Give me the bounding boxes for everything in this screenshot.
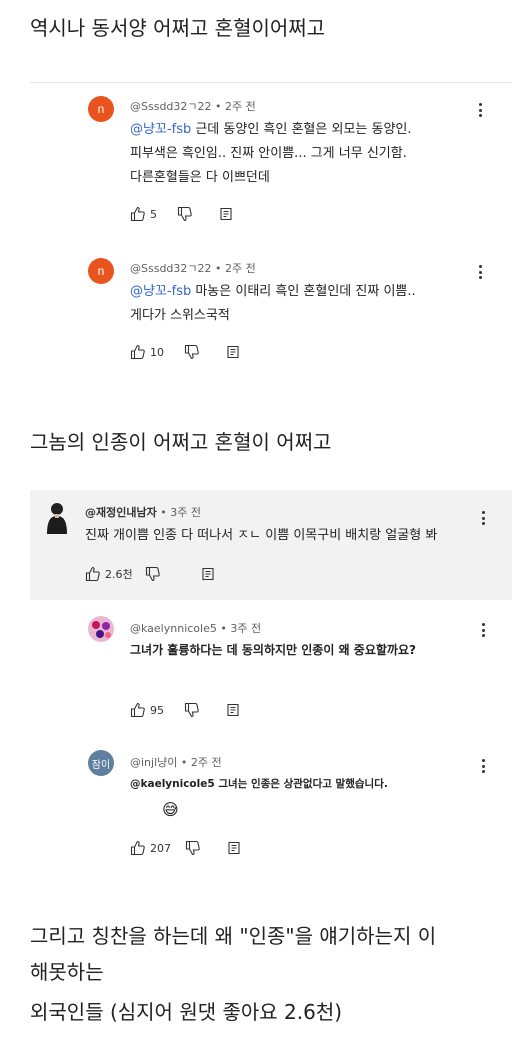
comment-actions: 207: [130, 838, 241, 858]
comment-text: 근데 동양인 흑인 혼혈은 외모는 동양인.: [191, 122, 412, 137]
comment-line: 다른혼혈들은 다 이쁘던데: [130, 170, 270, 185]
reply-icon[interactable]: [226, 703, 240, 717]
comment-line: @냥꼬-fsb 근데 동양인 흑인 혼혈은 외모는 동양인.: [130, 118, 412, 142]
comment-meta: @kaelynnicole5 • 3주 전: [130, 622, 262, 635]
divider: [30, 82, 512, 83]
comment-line: 그녀가 훌륭하다는 데 동의하지만 인종이 왜 중요할까요?: [130, 643, 416, 657]
like-count: 2.6천: [105, 568, 133, 581]
mention-link[interactable]: @냥꼬-fsb: [130, 284, 191, 299]
more-vert-icon[interactable]: [476, 510, 490, 526]
mention-link[interactable]: @냥꼬-fsb: [130, 122, 191, 137]
comment-highlighted: @재정인내남자 • 3주 전 진짜 개이쁨 인종 다 떠나서 ㅈㄴ 이쁨 이목구…: [30, 490, 512, 600]
comment-meta: @Sssdd32ㄱ22 • 2주 전: [130, 100, 256, 113]
author-name[interactable]: @재정인내남자: [85, 506, 157, 519]
avatar[interactable]: [44, 500, 70, 534]
avatar[interactable]: n: [88, 258, 114, 284]
thumbs-down-icon[interactable]: [177, 206, 193, 222]
comment-actions: 95: [130, 700, 240, 720]
comment-actions: 5: [130, 204, 233, 224]
comment-meta: @injl냥이 • 2주 전: [130, 756, 222, 769]
caption-bottom-line-1: 그리고 칭찬을 하는데 왜 "인종"을 얘기하는지 이: [30, 924, 437, 948]
comment-meta: @Sssdd32ㄱ22 • 2주 전: [130, 262, 256, 275]
comment-line: 진짜 개이쁨 인종 다 떠나서 ㅈㄴ 이쁨 이목구비 배치랑 얼굴형 봐: [85, 528, 438, 543]
more-vert-icon[interactable]: [476, 622, 490, 638]
thumbs-down-icon[interactable]: [145, 566, 161, 582]
caption-bottom-line-3: 외국인들 (심지어 원댓 좋아요 2.6천): [30, 1000, 343, 1024]
comment-meta: @재정인내남자 • 3주 전: [85, 504, 201, 520]
thumbs-up-icon[interactable]: [130, 702, 146, 718]
comment-line: @냥꼬-fsb 마농은 이태리 흑인 혼혈인데 진짜 이쁨..: [130, 280, 416, 304]
thumbs-up-icon[interactable]: [130, 840, 146, 856]
timestamp: • 3주 전: [156, 506, 201, 519]
thumbs-down-icon[interactable]: [185, 840, 201, 856]
comment: n @Sssdd32ㄱ22 • 2주 전 @냥꼬-fsb 마농은 이태리 흑인 …: [30, 254, 512, 364]
caption-bottom-line-2: 해못하는: [30, 960, 104, 984]
comment-line: 게다가 스위스국적: [130, 308, 230, 323]
sweat-smile-emoji: 😅: [162, 800, 179, 819]
thumbs-down-icon[interactable]: [184, 344, 200, 360]
thumbs-up-icon[interactable]: [85, 566, 101, 582]
thumbs-down-icon[interactable]: [184, 702, 200, 718]
thumbs-up-icon[interactable]: [130, 206, 146, 222]
like-count: 207: [150, 841, 171, 855]
more-vert-icon[interactable]: [473, 102, 487, 118]
avatar[interactable]: 잠이: [88, 750, 114, 776]
reply-icon[interactable]: [226, 345, 240, 359]
more-vert-icon[interactable]: [476, 758, 490, 774]
more-vert-icon[interactable]: [473, 264, 487, 280]
avatar[interactable]: n: [88, 96, 114, 122]
reply-icon[interactable]: [201, 567, 215, 581]
comment-actions: 2.6천: [85, 564, 215, 584]
reply-icon[interactable]: [227, 841, 241, 855]
like-count: 10: [150, 345, 164, 359]
comment-screenshot-2: @재정인내남자 • 3주 전 진짜 개이쁨 인종 다 떠나서 ㅈㄴ 이쁨 이목구…: [30, 490, 512, 885]
reply-comment: 잠이 @injl냥이 • 2주 전 @kaelynicole5 그녀는 인종은 …: [30, 744, 512, 874]
reply-icon[interactable]: [219, 207, 233, 221]
avatar[interactable]: [88, 616, 114, 642]
comment-line: @kaelynicole5 그녀는 인종은 상관없다고 말했습니다.: [130, 778, 388, 790]
comment-actions: 10: [130, 342, 240, 362]
comment-line: 피부색은 흑인임.. 진짜 안이쁨... 그게 너무 신기함.: [130, 146, 407, 161]
reply-comment: @kaelynnicole5 • 3주 전 그녀가 훌륭하다는 데 동의하지만 …: [30, 608, 512, 726]
caption-top: 역시나 동서양 어쩌고 혼혈이어쩌고: [30, 16, 326, 40]
comment-screenshot-1: n @Sssdd32ㄱ22 • 2주 전 @냥꼬-fsb 근데 동양인 흑인 혼…: [30, 82, 512, 382]
like-count: 5: [150, 207, 157, 221]
comment: n @Sssdd32ㄱ22 • 2주 전 @냥꼬-fsb 근데 동양인 흑인 혼…: [30, 92, 512, 232]
comment-text: 마농은 이태리 흑인 혼혈인데 진짜 이쁨..: [191, 284, 416, 299]
thumbs-up-icon[interactable]: [130, 344, 146, 360]
caption-middle: 그놈의 인종이 어쩌고 혼혈이 어쩌고: [30, 430, 332, 454]
like-count: 95: [150, 703, 164, 717]
